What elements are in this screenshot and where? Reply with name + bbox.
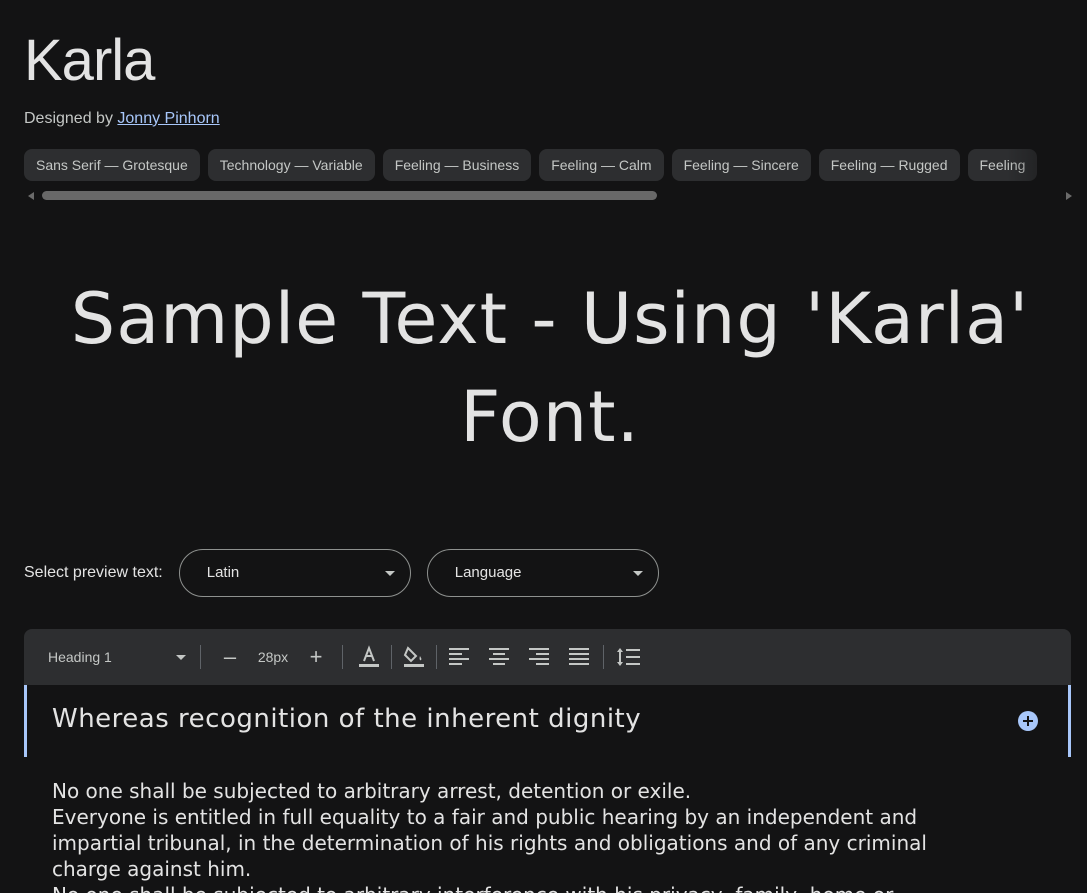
increase-font-size-button[interactable]: + (296, 637, 336, 677)
align-center-icon (489, 648, 509, 665)
text-color-button[interactable] (349, 637, 389, 677)
line-height-button[interactable] (608, 637, 648, 677)
language-select-value: Language (454, 564, 522, 581)
scrollbar-thumb[interactable] (42, 191, 657, 200)
tag-chip[interactable]: Feeling — Rugged (818, 149, 960, 181)
editor-paragraph[interactable]: Everyone is entitled in full equality to… (52, 804, 952, 882)
tag-chip[interactable]: Feeling — Calm (539, 149, 664, 181)
align-right-icon (529, 648, 549, 665)
preview-text-label: Select preview text: (24, 564, 163, 581)
sample-text-preview: Sample Text - Using 'Karla' Font. (70, 278, 1030, 458)
line-height-icon (617, 648, 640, 666)
toolbar-divider (342, 645, 343, 669)
chevron-down-icon (176, 655, 186, 660)
editor-heading-text[interactable]: Whereas recognition of the inherent dign… (52, 704, 641, 734)
editor-body[interactable]: No one shall be subjected to arbitrary a… (52, 778, 952, 893)
decrease-font-size-button[interactable]: – (210, 637, 250, 677)
highlight-color-button[interactable] (394, 637, 434, 677)
tag-fade (1007, 149, 1087, 183)
tag-scrollbar[interactable] (24, 189, 1072, 203)
scroll-left-arrow-icon[interactable] (28, 192, 34, 200)
toolbar-divider (436, 645, 437, 669)
tag-chip[interactable]: Technology — Variable (207, 149, 375, 181)
text-color-icon (359, 645, 379, 667)
toolbar-divider (200, 645, 201, 669)
language-select[interactable]: Language (426, 549, 659, 597)
tag-list: Sans Serif — Grotesque Technology — Vari… (24, 149, 1087, 183)
editor-paragraph[interactable]: No one shall be subjected to arbitrary a… (52, 778, 952, 804)
tag-chip[interactable]: Feeling — Sincere (671, 149, 811, 181)
align-left-icon (449, 648, 469, 665)
editor-heading-row[interactable]: Whereas recognition of the inherent dign… (24, 685, 1071, 757)
chevron-down-icon (632, 571, 643, 576)
script-select-value: Latin (206, 564, 240, 581)
chevron-down-icon (384, 571, 395, 576)
designer-line: Designed by Jonny Pinhorn (24, 110, 220, 128)
designed-by-label: Designed by (24, 110, 113, 127)
preview-text-controls: Select preview text: Latin Language (24, 549, 675, 597)
fill-bucket-icon (403, 646, 424, 667)
align-left-button[interactable] (439, 637, 479, 677)
align-justify-icon (569, 648, 589, 665)
text-style-select[interactable]: Heading 1 (48, 649, 186, 665)
font-size-value[interactable]: 28px (250, 649, 296, 665)
tag-chip[interactable]: Sans Serif — Grotesque (24, 149, 200, 181)
script-select[interactable]: Latin (178, 549, 411, 597)
toolbar-divider (391, 645, 392, 669)
designer-link[interactable]: Jonny Pinhorn (117, 110, 219, 127)
tag-chip[interactable]: Feeling — Business (382, 149, 532, 181)
font-specimen-page: Karla Designed by Jonny Pinhorn Sans Ser… (0, 0, 1087, 893)
scroll-right-arrow-icon[interactable] (1066, 192, 1072, 200)
align-right-button[interactable] (519, 637, 559, 677)
align-justify-button[interactable] (559, 637, 599, 677)
editor-paragraph[interactable]: No one shall be subjected to arbitrary i… (52, 882, 952, 893)
add-icon[interactable] (1018, 711, 1038, 731)
text-style-value: Heading 1 (48, 649, 112, 665)
editor-toolbar: Heading 1 – 28px + (24, 629, 1071, 685)
font-title: Karla (24, 28, 155, 93)
toolbar-divider (603, 645, 604, 669)
align-center-button[interactable] (479, 637, 519, 677)
